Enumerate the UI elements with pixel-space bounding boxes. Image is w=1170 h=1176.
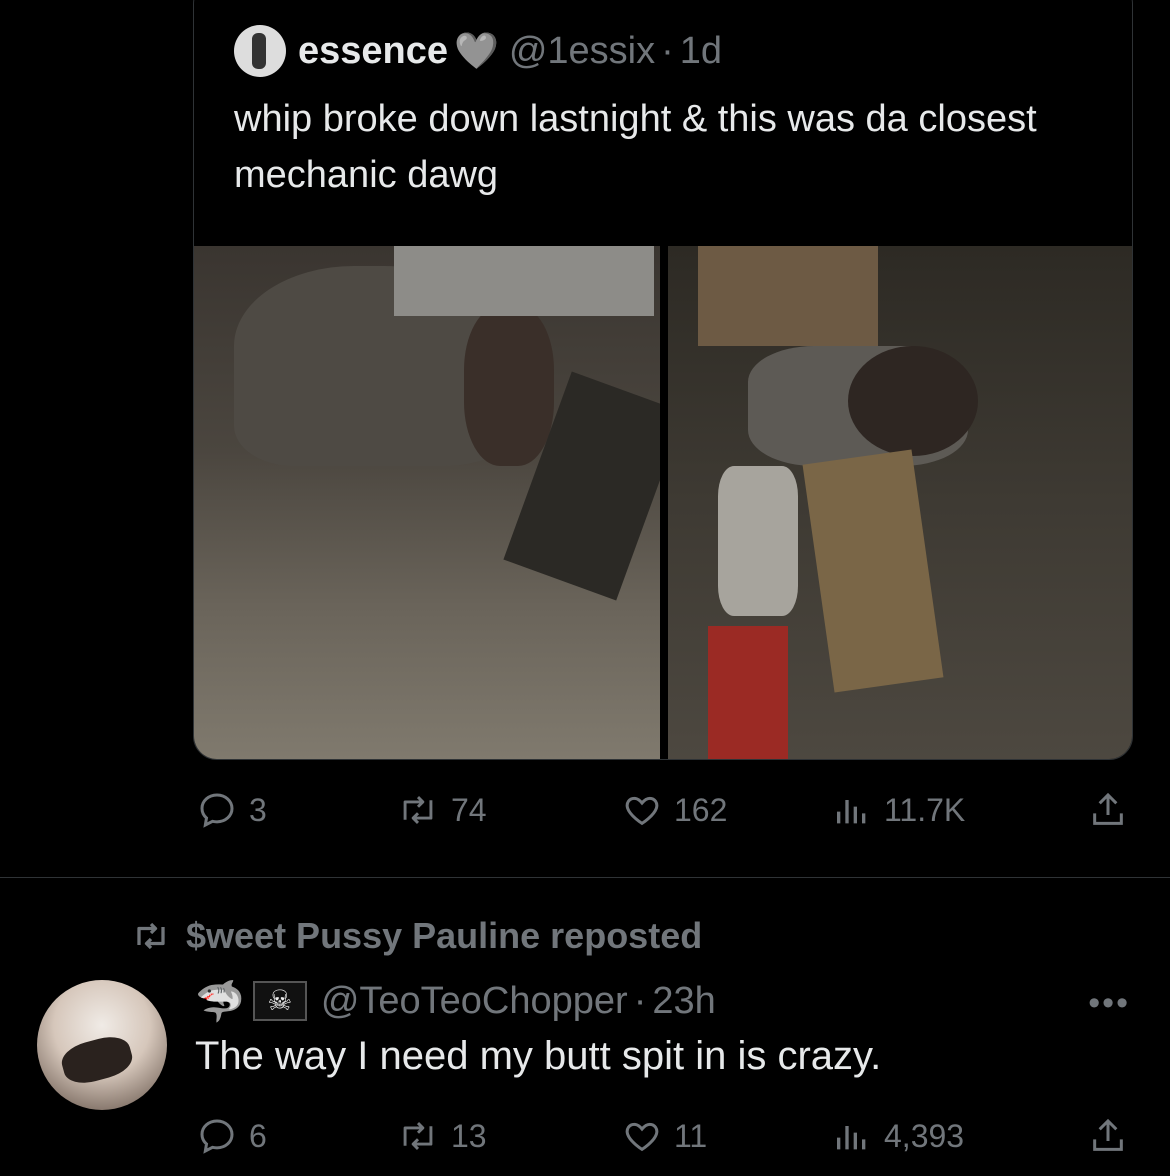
share-icon	[1093, 1118, 1123, 1151]
repost-label: $weet Pussy Pauline reposted	[186, 915, 703, 956]
quoted-author-avatar[interactable]	[234, 25, 286, 77]
quoted-post-text: whip broke down lastnight & this was da …	[234, 98, 1037, 196]
author-handle[interactable]: @TeoTeoChopper	[321, 980, 628, 1023]
like-icon	[625, 1122, 659, 1152]
reply-icon	[200, 793, 234, 828]
like-icon	[625, 796, 659, 826]
views-count: 11.7K	[884, 791, 966, 828]
views-button[interactable]: 4,393	[832, 1116, 1072, 1156]
post-divider	[0, 877, 1170, 878]
grey-heart-emoji: 🩶	[454, 30, 499, 71]
views-icon	[837, 800, 866, 824]
views-count: 4,393	[884, 1117, 965, 1154]
post-header: 🦈 ☠ @TeoTeoChopper · 23h	[195, 976, 716, 1026]
views-button[interactable]: 11.7K	[832, 790, 1072, 830]
shark-emoji: 🦈	[195, 979, 245, 1024]
quoted-post-time[interactable]: 1d	[680, 30, 722, 73]
author-avatar[interactable]	[37, 980, 167, 1110]
post-actions: 6 13 11 4,393	[197, 1116, 1132, 1156]
reply-count: 6	[249, 1117, 267, 1154]
quoted-post-actions: 3 74 162 11.7K	[197, 790, 1132, 830]
share-button[interactable]	[1088, 790, 1128, 830]
like-button[interactable]: 11	[622, 1116, 832, 1156]
reply-button[interactable]: 6	[197, 1116, 397, 1156]
repost-icon	[403, 796, 433, 824]
reply-icon	[200, 1119, 234, 1154]
like-button[interactable]: 162	[622, 790, 832, 830]
repost-icon	[137, 922, 165, 950]
quoted-post-media	[194, 246, 1132, 759]
repost-icon	[403, 1122, 433, 1150]
post-text: The way I need my butt spit in is crazy.	[195, 1034, 882, 1078]
media-photo-left[interactable]	[194, 246, 660, 759]
media-photo-right[interactable]	[668, 246, 1132, 759]
more-icon[interactable]: •••	[1088, 984, 1130, 1023]
reply-button[interactable]: 3	[197, 790, 397, 830]
quoted-author-name[interactable]: essence	[298, 30, 448, 73]
repost-count: 13	[451, 1117, 487, 1154]
repost-header[interactable]: $weet Pussy Pauline reposted	[130, 915, 702, 957]
pirate-flag-emoji: ☠	[252, 981, 307, 1021]
separator-dot: ·	[661, 29, 674, 72]
separator-dot: ·	[633, 979, 647, 1022]
share-button[interactable]	[1088, 1116, 1128, 1156]
repost-count: 74	[451, 791, 487, 828]
post-time[interactable]: 23h	[652, 980, 715, 1023]
reply-count: 3	[249, 791, 267, 828]
quoted-post-header: essence 🩶 @1essix · 1d	[234, 25, 722, 77]
quoted-post-card[interactable]: essence 🩶 @1essix · 1d whip broke down l…	[193, 0, 1133, 760]
like-count: 162	[674, 791, 728, 828]
like-count: 11	[674, 1117, 708, 1154]
quoted-author-handle[interactable]: @1essix	[509, 30, 655, 73]
share-icon	[1093, 792, 1123, 825]
repost-button[interactable]: 13	[397, 1116, 622, 1156]
views-icon	[837, 1126, 866, 1150]
repost-button[interactable]: 74	[397, 790, 622, 830]
